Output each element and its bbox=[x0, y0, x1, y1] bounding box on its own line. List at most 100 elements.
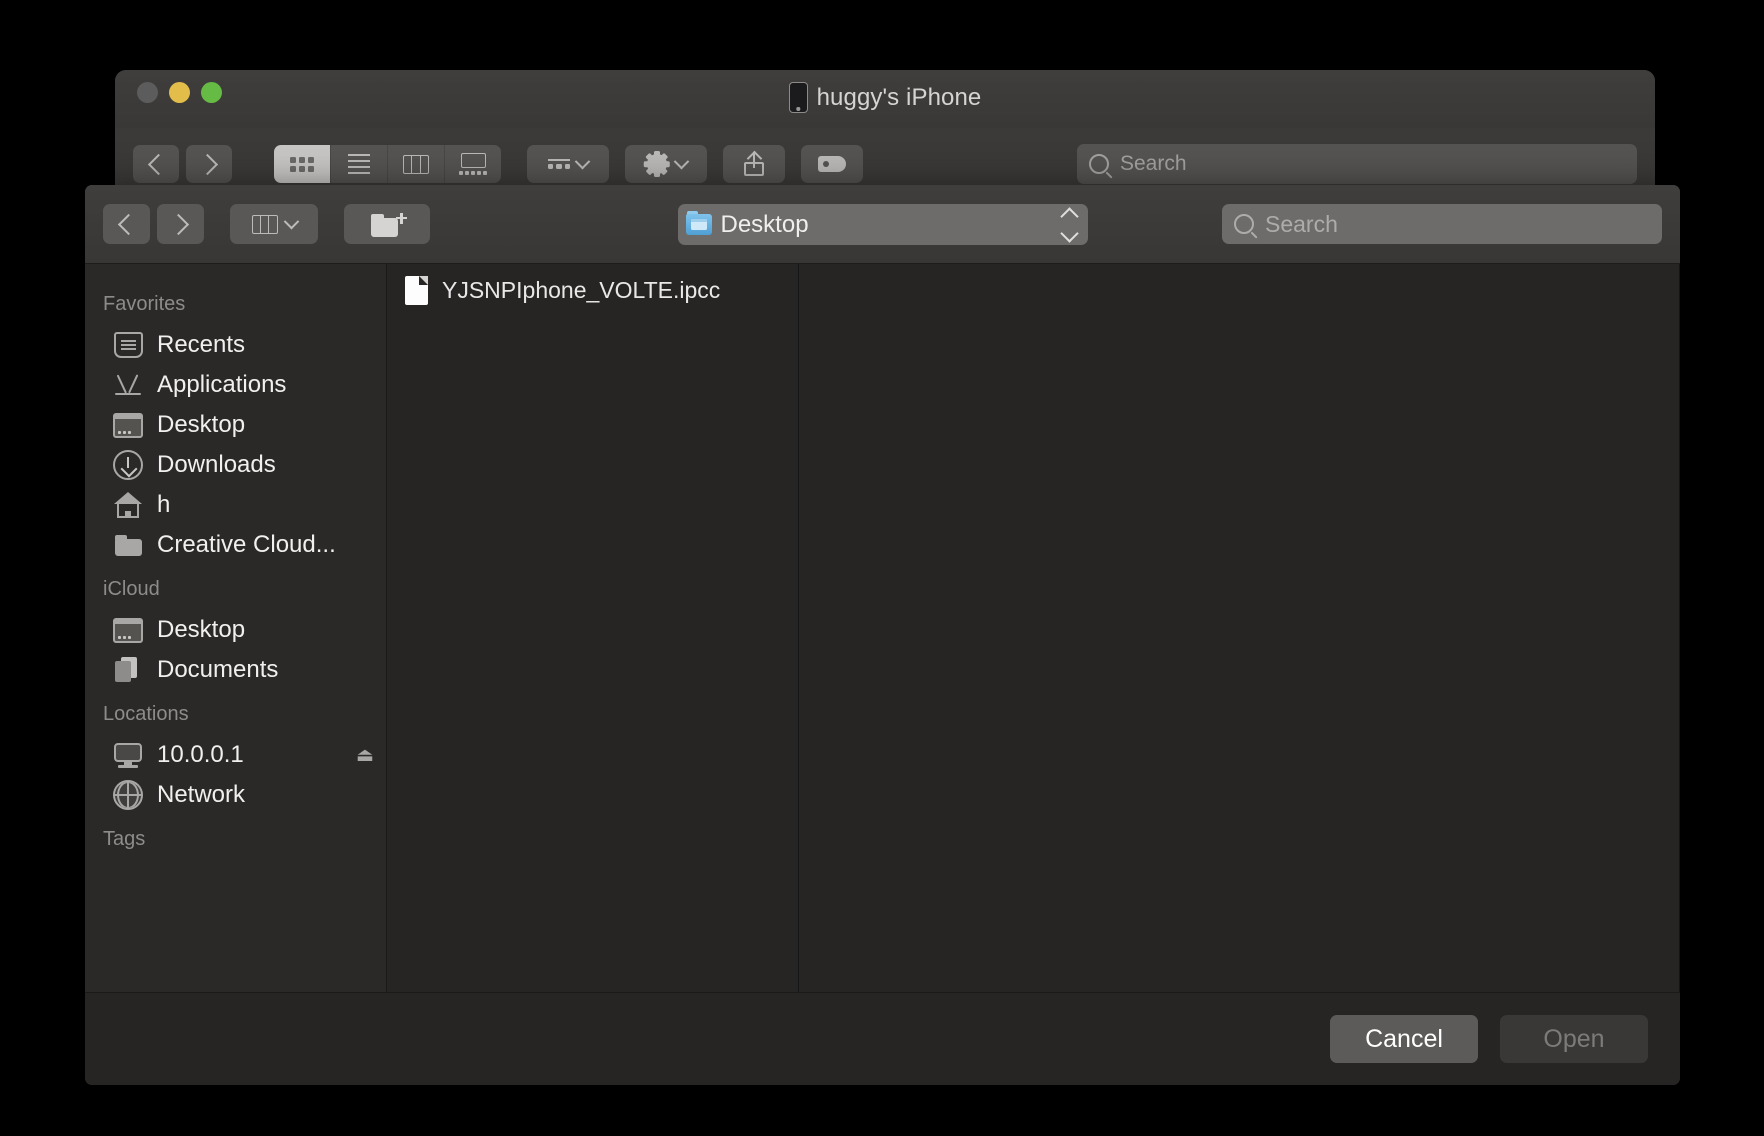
forward-button[interactable] bbox=[186, 145, 232, 183]
sidebar-section-icloud: iCloud bbox=[103, 578, 160, 600]
home-icon bbox=[113, 492, 143, 518]
sidebar-item-label: Recents bbox=[157, 331, 246, 358]
sidebar-item-label: Network bbox=[157, 781, 246, 808]
tag-icon bbox=[818, 156, 846, 172]
background-window-title-text: huggy's iPhone bbox=[816, 83, 982, 111]
sidebar-section-tags: Tags bbox=[103, 828, 146, 850]
sidebar-item-desktop[interactable]: Desktop bbox=[85, 405, 386, 445]
action-menu-button[interactable] bbox=[625, 145, 707, 183]
sidebar-item-recents[interactable]: Recents bbox=[85, 325, 386, 365]
dialog-nav-buttons bbox=[103, 204, 204, 244]
path-popup-label: Desktop bbox=[720, 210, 809, 238]
sidebar-item-network[interactable]: Network bbox=[85, 775, 386, 815]
blue-folder-icon bbox=[685, 211, 712, 235]
background-search-placeholder: Search bbox=[1120, 152, 1187, 175]
search-icon bbox=[1234, 214, 1254, 234]
chevron-down-icon bbox=[1059, 223, 1079, 243]
sidebar-item-label: Applications bbox=[157, 371, 287, 398]
file-column-1: YJSNPIphone_VOLTE.ipcc bbox=[387, 264, 799, 992]
back-button[interactable] bbox=[133, 145, 179, 183]
dialog-body: Favorites Recents Applications Desktop D… bbox=[85, 264, 1680, 992]
recents-icon bbox=[113, 332, 143, 358]
folder-icon bbox=[113, 534, 143, 556]
sidebar-item-icloud-documents[interactable]: Documents bbox=[85, 650, 386, 690]
sidebar-item-home[interactable]: h bbox=[85, 485, 386, 525]
grid-icon bbox=[290, 156, 314, 172]
chevron-down-icon bbox=[283, 213, 299, 229]
file-browser: YJSNPIphone_VOLTE.ipcc bbox=[387, 264, 1680, 992]
sidebar-section-favorites: Favorites bbox=[103, 293, 186, 315]
chevron-down-icon bbox=[673, 153, 690, 169]
sidebar-item-icloud-desktop[interactable]: Desktop bbox=[85, 610, 386, 650]
icon-view-button[interactable] bbox=[274, 145, 331, 183]
open-button[interactable]: Open bbox=[1500, 1015, 1648, 1063]
group-by-button[interactable] bbox=[527, 145, 609, 183]
screen: huggy's iPhone Search Desktop Search Fav… bbox=[0, 0, 1764, 1136]
file-column-2 bbox=[799, 264, 1680, 992]
columns-icon bbox=[403, 154, 429, 174]
share-button[interactable] bbox=[723, 145, 785, 183]
documents-icon bbox=[113, 657, 143, 683]
background-finder-window: huggy's iPhone Search bbox=[115, 70, 1655, 200]
document-icon bbox=[405, 275, 428, 305]
back-button[interactable] bbox=[103, 204, 150, 244]
dialog-search-placeholder: Search bbox=[1265, 210, 1338, 237]
sidebar-item-label: 10.0.0.1 bbox=[157, 741, 244, 768]
iphone-icon bbox=[788, 82, 808, 113]
dialog-search-field[interactable]: Search bbox=[1222, 204, 1662, 244]
path-popup-button[interactable]: Desktop bbox=[677, 204, 1088, 245]
sidebar-item-label: h bbox=[157, 491, 171, 518]
chevron-left-icon bbox=[117, 213, 140, 235]
sidebar-item-label: Documents bbox=[157, 656, 279, 683]
applications-icon bbox=[113, 373, 143, 397]
group-by-icon bbox=[547, 159, 571, 169]
gallery-icon bbox=[459, 153, 487, 175]
chevron-up-icon bbox=[1059, 206, 1079, 226]
sidebar-item-label: Desktop bbox=[157, 411, 246, 438]
sidebar-item-applications[interactable]: Applications bbox=[85, 365, 386, 405]
chevron-left-icon bbox=[147, 153, 169, 175]
gear-icon bbox=[644, 151, 670, 177]
list-item[interactable]: YJSNPIphone_VOLTE.ipcc bbox=[387, 271, 798, 309]
sidebar-item-creative-cloud[interactable]: Creative Cloud... bbox=[85, 525, 386, 565]
downloads-icon bbox=[113, 450, 143, 480]
desktop-icon bbox=[113, 617, 143, 643]
sidebar-item-label: Desktop bbox=[157, 616, 246, 643]
search-icon bbox=[1089, 154, 1109, 174]
sidebar-item-label: Downloads bbox=[157, 451, 276, 478]
dialog-footer: Cancel Open bbox=[85, 992, 1680, 1085]
forward-button[interactable] bbox=[157, 204, 204, 244]
view-mode-segmented-control bbox=[274, 145, 501, 183]
file-name: YJSNPIphone_VOLTE.ipcc bbox=[442, 276, 721, 303]
eject-icon[interactable]: ⏏ bbox=[356, 744, 374, 767]
share-icon bbox=[744, 150, 764, 176]
columns-icon bbox=[251, 214, 278, 234]
path-popup-stepper[interactable] bbox=[1059, 206, 1080, 243]
open-file-dialog: Desktop Search Favorites Recents Applica… bbox=[85, 185, 1680, 1085]
gallery-view-button[interactable] bbox=[445, 145, 501, 183]
column-view-button[interactable] bbox=[388, 145, 445, 183]
list-view-button[interactable] bbox=[331, 145, 388, 183]
cancel-button[interactable]: Cancel bbox=[1330, 1015, 1478, 1063]
new-folder-icon bbox=[371, 212, 407, 237]
network-globe-icon bbox=[113, 780, 143, 810]
sidebar-item-10-0-0-1[interactable]: 10.0.0.1 ⏏ bbox=[85, 735, 386, 775]
background-search-field[interactable]: Search bbox=[1077, 144, 1637, 184]
background-nav-buttons bbox=[133, 145, 232, 183]
sidebar-section-locations: Locations bbox=[103, 703, 189, 725]
background-window-titlebar: huggy's iPhone bbox=[115, 70, 1655, 128]
chevron-right-icon bbox=[196, 153, 218, 175]
dialog-toolbar: Desktop Search bbox=[85, 185, 1680, 264]
tags-button[interactable] bbox=[801, 145, 863, 183]
background-toolbar-actions bbox=[527, 145, 863, 183]
list-icon bbox=[348, 154, 370, 174]
chevron-down-icon bbox=[574, 153, 591, 169]
display-icon bbox=[113, 742, 143, 768]
sidebar-item-label: Creative Cloud... bbox=[157, 531, 336, 558]
new-folder-button[interactable] bbox=[344, 204, 430, 244]
column-view-button[interactable] bbox=[230, 204, 318, 244]
sidebar: Favorites Recents Applications Desktop D… bbox=[85, 264, 387, 992]
sidebar-item-downloads[interactable]: Downloads bbox=[85, 445, 386, 485]
chevron-right-icon bbox=[167, 213, 190, 235]
background-window-title: huggy's iPhone bbox=[115, 82, 1655, 113]
